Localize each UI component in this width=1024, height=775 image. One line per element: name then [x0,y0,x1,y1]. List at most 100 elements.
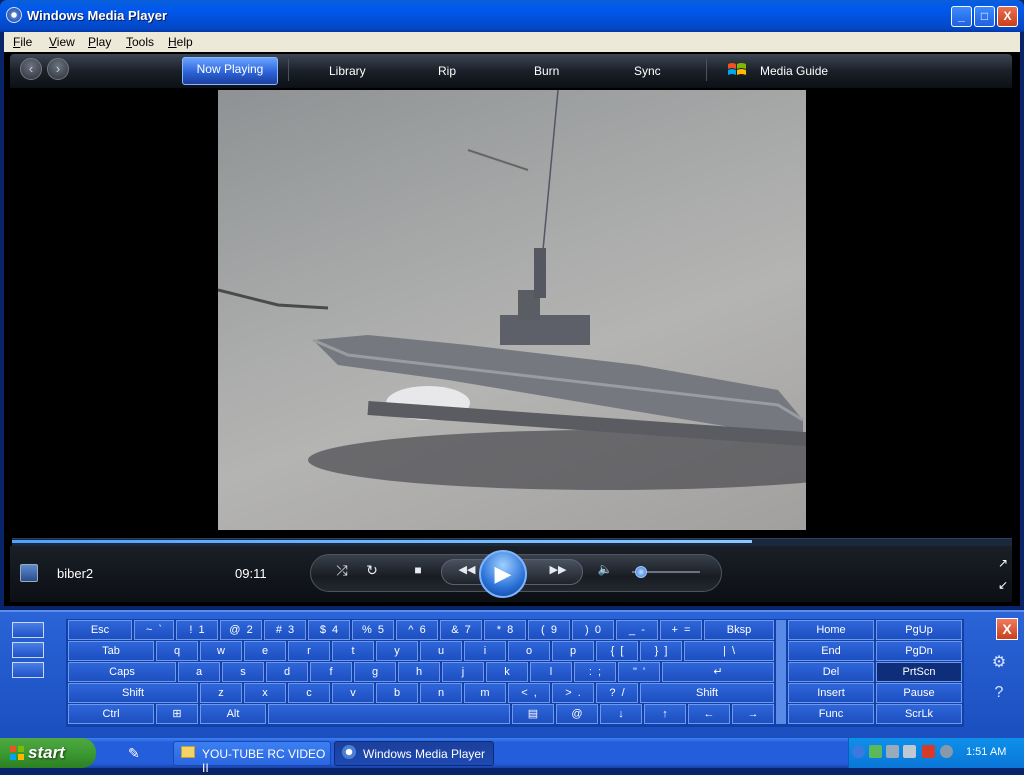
key[interactable]: q [156,641,198,661]
key[interactable]: w [200,641,242,661]
key[interactable]: " ' [618,662,660,682]
key[interactable]: j [442,662,484,682]
minimize-button[interactable]: _ [951,6,972,27]
key[interactable]: _ - [616,620,658,640]
layout-button-1[interactable] [12,622,44,638]
rewind-button[interactable]: ◀◀ [452,563,482,576]
key[interactable]: t [332,641,374,661]
key[interactable]: a [178,662,220,682]
key[interactable]: s [222,662,264,682]
key[interactable]: d [266,662,308,682]
key[interactable]: x [244,683,286,703]
pdf-tray-icon[interactable] [922,745,935,758]
back-button[interactable]: ‹ [20,58,42,80]
fullscreen-icon[interactable]: ↗ [996,556,1010,570]
key[interactable]: h [398,662,440,682]
key[interactable]: v [332,683,374,703]
play-button[interactable]: ▶ [479,550,527,598]
key[interactable]: u [420,641,462,661]
nav-key[interactable]: PrtScn [876,662,962,682]
tab-rip[interactable]: Rip [438,64,456,78]
key[interactable]: < , [508,683,550,703]
title-bar[interactable]: Windows Media Player _ □ X [0,0,1024,32]
key[interactable]: Bksp [704,620,774,640]
key[interactable]: & 7 [440,620,482,640]
key[interactable]: k [486,662,528,682]
mute-icon[interactable]: 🔈 [597,562,613,576]
repeat-icon[interactable]: ↻ [364,562,380,579]
key[interactable]: → [732,704,774,724]
elapsed-time[interactable]: 09:11 [235,566,267,581]
nav-key[interactable]: ScrLk [876,704,962,724]
menu-file[interactable]: File [13,35,32,49]
nav-key[interactable]: Insert [788,683,874,703]
taskbar-item-folder[interactable]: YOU-TUBE RC VIDEO II [173,741,331,775]
tab-sync[interactable]: Sync [634,64,661,78]
key[interactable]: # 3 [264,620,306,640]
key[interactable]: ← [688,704,730,724]
key[interactable]: c [288,683,330,703]
key[interactable]: Shift [640,683,774,703]
key[interactable] [268,704,510,724]
key[interactable]: i [464,641,506,661]
seek-bar[interactable] [12,538,1012,546]
key[interactable]: p [552,641,594,661]
nav-key[interactable]: End [788,641,874,661]
tab-now-playing[interactable]: Now Playing [182,57,278,85]
key[interactable]: Alt [200,704,266,724]
nav-key[interactable]: Func [788,704,874,724]
key[interactable]: ? / [596,683,638,703]
gear-icon[interactable]: ⚙ [988,652,1010,674]
key[interactable]: g [354,662,396,682]
key[interactable]: Caps [68,662,176,682]
keyboard-close-button[interactable]: X [996,618,1018,640]
quick-launch-icon[interactable]: ✎ [128,745,144,761]
media-file-icon[interactable] [20,564,38,582]
nav-key[interactable]: Del [788,662,874,682]
tab-library[interactable]: Library [329,64,366,78]
key[interactable]: ↓ [600,704,642,724]
taskbar-item-wmp[interactable]: Windows Media Player [334,741,494,766]
key[interactable]: b [376,683,418,703]
key[interactable]: : ; [574,662,616,682]
key[interactable]: f [310,662,352,682]
key[interactable]: ⊞ [156,704,198,724]
close-button[interactable]: X [997,6,1018,27]
key[interactable]: * 8 [484,620,526,640]
key[interactable]: } ] [640,641,682,661]
key[interactable]: Esc [68,620,132,640]
tab-media-guide[interactable]: Media Guide [760,64,828,78]
nav-key[interactable]: Home [788,620,874,640]
key[interactable]: ^ 6 [396,620,438,640]
key[interactable]: Tab [68,641,154,661]
layout-button-3[interactable] [12,662,44,678]
nav-key[interactable]: Pause [876,683,962,703]
tray-expand-icon[interactable] [852,745,865,758]
stop-button[interactable]: ■ [410,563,426,577]
key[interactable]: ↑ [644,704,686,724]
key[interactable]: e [244,641,286,661]
key[interactable]: ~ ` [134,620,174,640]
key[interactable]: @ 2 [220,620,262,640]
key[interactable]: @ [556,704,598,724]
key[interactable]: Shift [68,683,198,703]
fast-forward-button[interactable]: ▶▶ [543,563,573,576]
key[interactable]: > . [552,683,594,703]
nav-key[interactable]: PgUp [876,620,962,640]
video-frame[interactable] [217,89,908,530]
key[interactable]: r [288,641,330,661]
volume-tray-icon[interactable] [886,745,899,758]
key[interactable]: { [ [596,641,638,661]
network-icon[interactable] [869,745,882,758]
key[interactable]: ▤ [512,704,554,724]
menu-view[interactable]: View [49,35,75,49]
key[interactable]: y [376,641,418,661]
tray-app-icon[interactable] [903,745,916,758]
key[interactable]: m [464,683,506,703]
key[interactable]: l [530,662,572,682]
nav-key[interactable]: PgDn [876,641,962,661]
key[interactable]: $ 4 [308,620,350,640]
tray-app-icon-2[interactable] [940,745,953,758]
menu-tools[interactable]: Tools [126,35,154,49]
help-icon[interactable]: ? [988,682,1010,704]
